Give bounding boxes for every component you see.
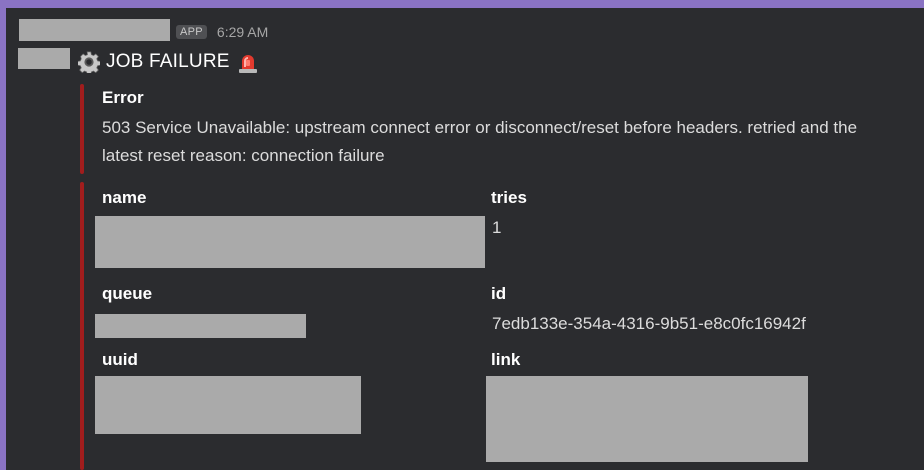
app-badge: APP [176, 25, 207, 39]
message-container: APP 6:29 AM JOB FAILURE Error 503 Servic… [6, 8, 924, 470]
field-label-queue: queue [102, 284, 153, 303]
redacted-link-value[interactable] [486, 376, 808, 462]
message-meta: APP 6:29 AM [176, 21, 268, 43]
attachment-bar-fields [80, 182, 84, 470]
redacted-uuid-value [95, 376, 361, 434]
gear-icon [78, 51, 100, 73]
message-title: JOB FAILURE [106, 51, 230, 72]
field-label-id: id [491, 284, 507, 303]
field-label-link: link [491, 350, 521, 369]
error-message: 503 Service Unavailable: upstream connec… [102, 118, 858, 165]
redacted-avatar [18, 48, 70, 69]
message-title-row: JOB FAILURE [78, 48, 260, 76]
field-value-tries: 1 [492, 218, 502, 237]
attachment-bar-error [80, 84, 84, 174]
redacted-name-value [95, 216, 485, 268]
field-label-tries: tries [491, 188, 527, 207]
field-label-uuid: uuid [102, 350, 138, 369]
field-value-id: 7edb133e-354a-4316-9b51-e8c0fc16942f [492, 314, 806, 333]
timestamp[interactable]: 6:29 AM [217, 24, 268, 40]
error-label: Error [102, 88, 144, 107]
redacted-sender-name [19, 19, 170, 41]
field-label-name: name [102, 188, 147, 207]
redacted-queue-value [95, 314, 306, 338]
siren-icon [238, 55, 257, 73]
